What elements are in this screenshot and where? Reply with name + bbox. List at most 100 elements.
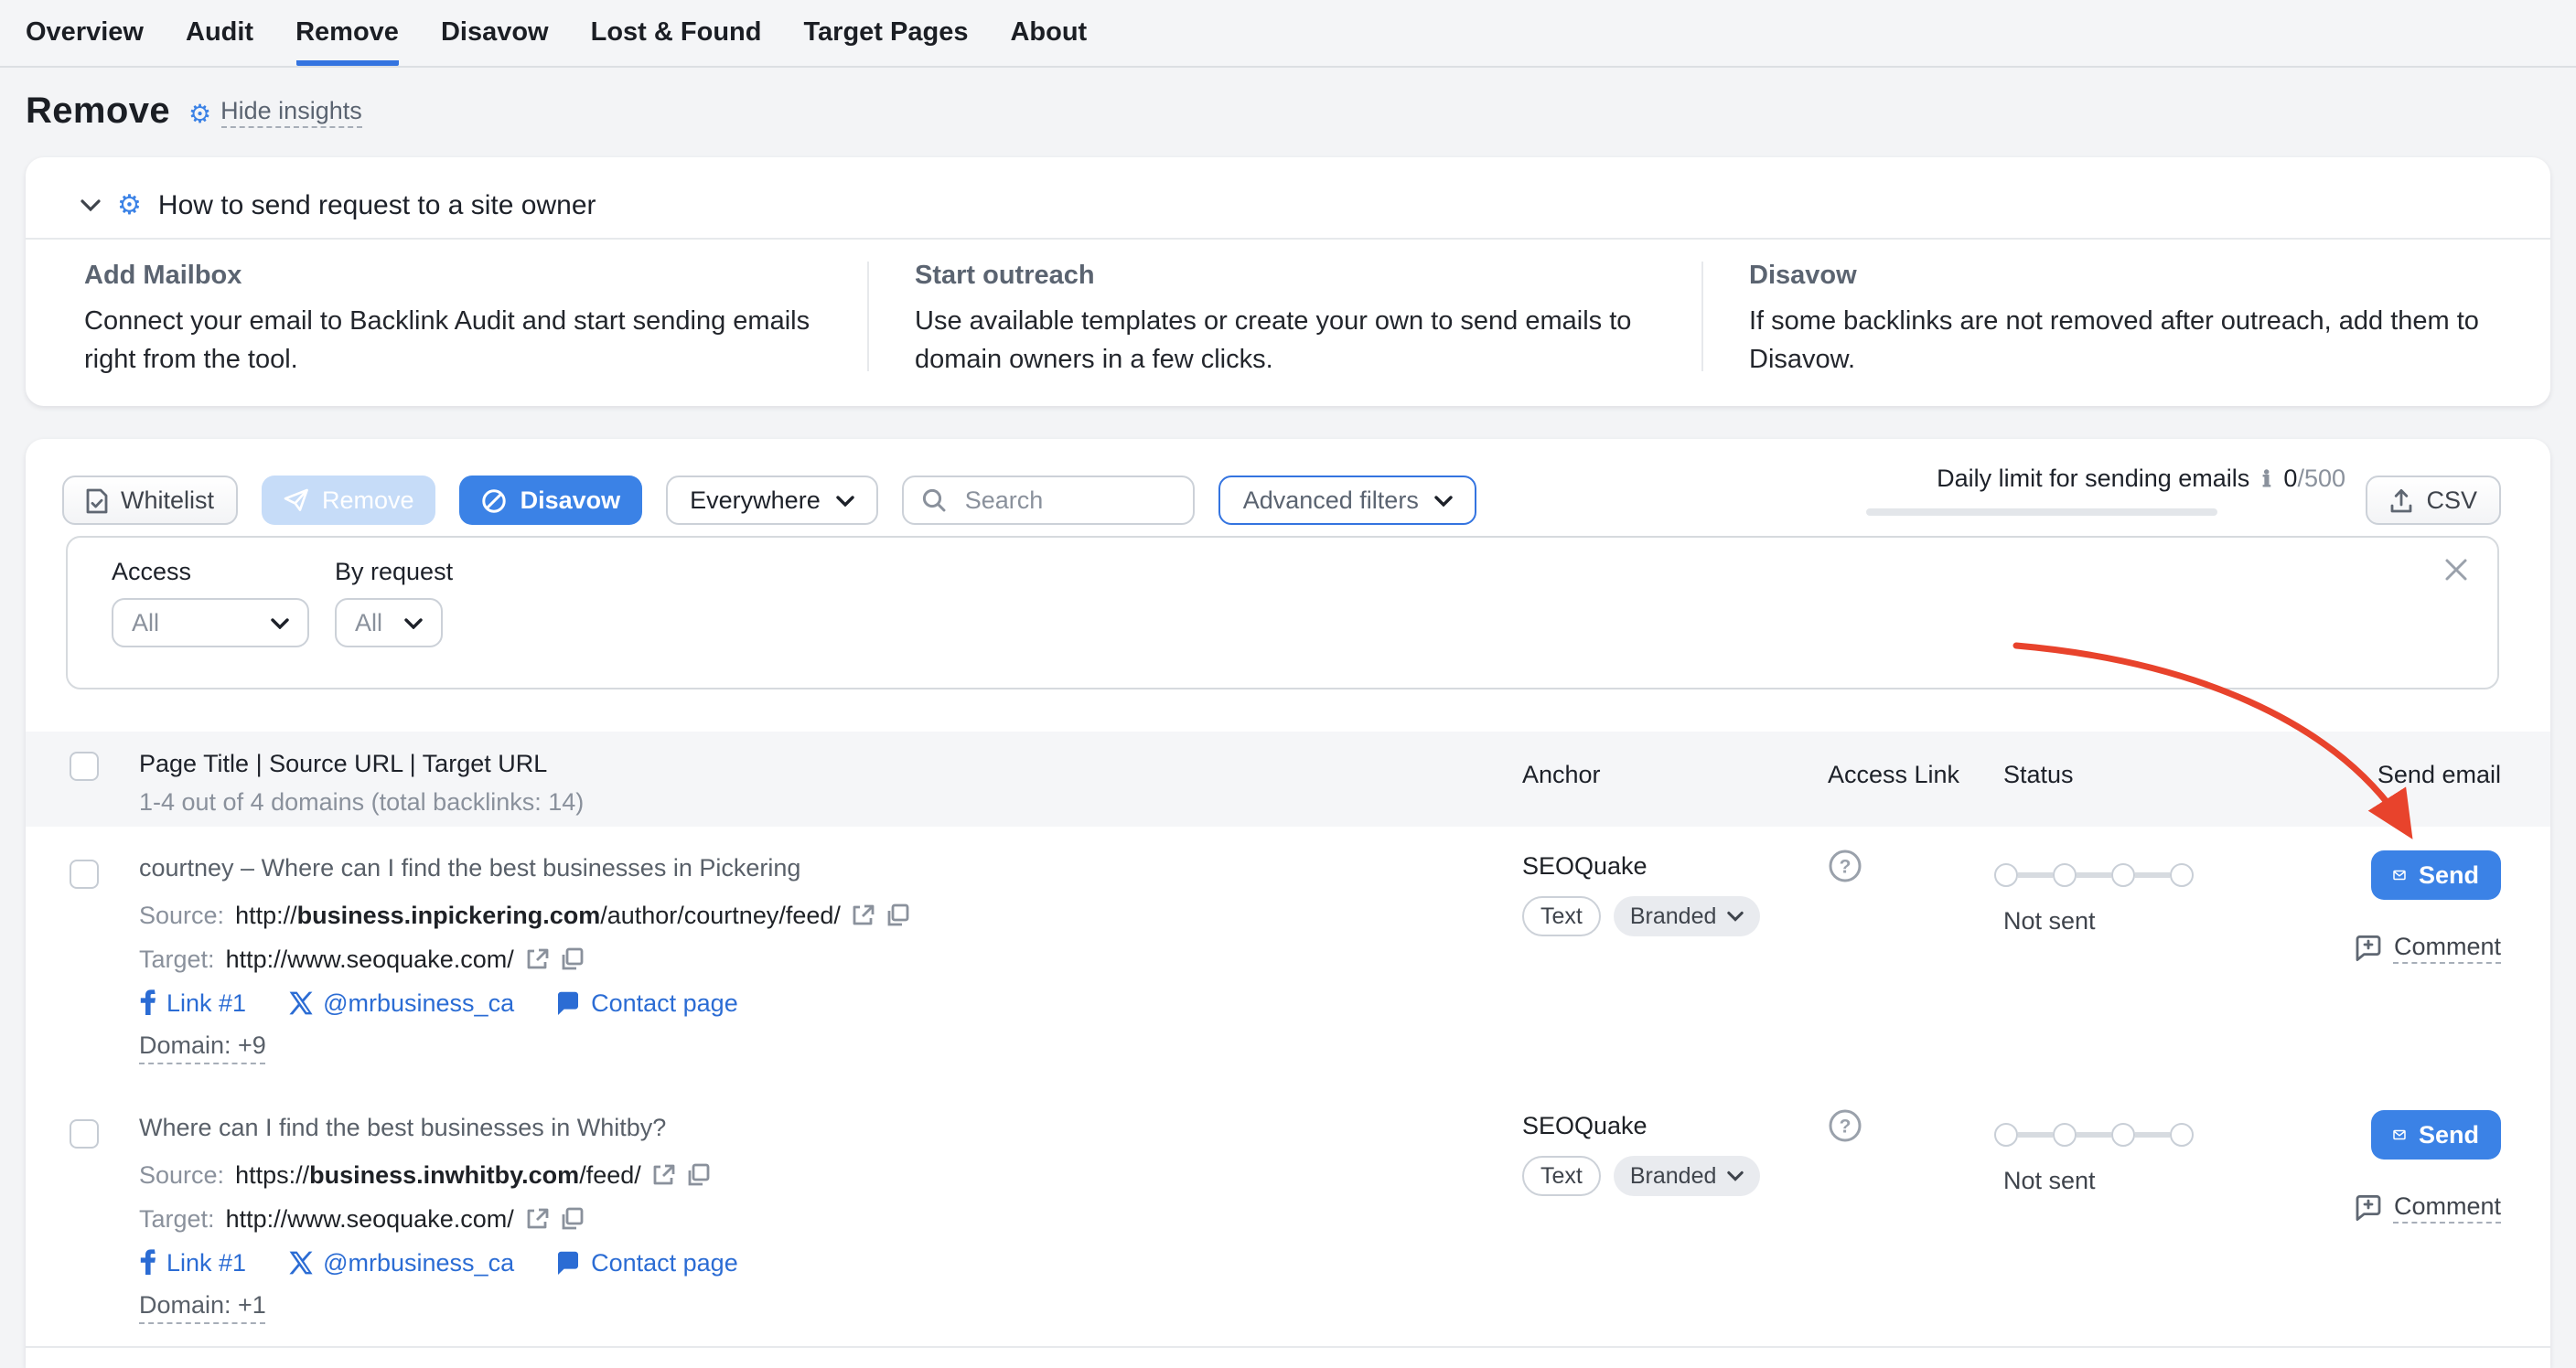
anchor-category-dropdown[interactable]: Branded [1614,896,1761,936]
source-url: https://business.inwhitby.com/feed/ [235,1161,641,1189]
chevron-down-icon [271,617,289,628]
copy-icon[interactable] [560,947,584,971]
facebook-link-label: Link #1 [166,1249,246,1277]
advanced-filters-button[interactable]: Advanced filters [1219,476,1477,525]
chevron-down-icon [1435,495,1454,506]
hide-insights-toggle[interactable]: ⚙ Hide insights [188,97,362,128]
tab-target-pages[interactable]: Target Pages [803,0,968,66]
send-button[interactable]: Send [2371,1110,2501,1160]
search-box [903,476,1196,525]
paper-plane-icon [284,488,309,512]
comment-label: Comment [2394,933,2501,964]
disavow-label: Disavow [521,486,621,514]
whitelist-button[interactable]: Whitelist [62,476,238,525]
tab-audit[interactable]: Audit [186,0,253,66]
envelope-icon [2393,1125,2406,1145]
comment-plus-icon [2356,935,2383,962]
tab-about[interactable]: About [1010,0,1087,66]
access-filter-label: Access [112,558,191,585]
access-link-help-icon[interactable]: ? [1828,1108,1862,1143]
export-icon [2389,487,2413,513]
by-request-filter-select[interactable]: All [335,598,443,647]
target-url: http://www.seoquake.com/ [226,946,514,973]
access-link-help-icon[interactable]: ? [1828,849,1862,883]
backlink-audit-remove-page: Overview Audit Remove Disavow Lost & Fou… [0,0,2576,1368]
insights-panel-header[interactable]: ⚙ How to send request to a site owner [80,179,596,230]
step-circle [2170,1123,2194,1147]
anchor-type-tag: Text [1522,1156,1601,1196]
close-filters-icon[interactable] [2444,558,2468,582]
comment-link[interactable]: Comment [2356,933,2501,964]
send-button[interactable]: Send [2371,850,2501,900]
contact-bubble-icon [556,990,580,1016]
chevron-down-icon [837,495,855,506]
target-url-line: Target: http://www.seoquake.com/ [139,944,584,975]
facebook-link[interactable]: Link #1 [139,989,246,1017]
anchor-category-dropdown[interactable]: Branded [1614,1156,1761,1196]
filters-panel: Access All By request All [66,536,2499,689]
remove-button[interactable]: Remove [262,476,436,525]
facebook-link[interactable]: Link #1 [139,1249,246,1277]
row-checkbox[interactable] [70,860,99,889]
search-icon [923,488,947,512]
step-circle [2111,1123,2135,1147]
send-label: Send [2419,1121,2479,1149]
document-check-icon [86,487,108,513]
target-label: Target: [139,1205,215,1233]
external-link-icon[interactable] [652,1163,676,1187]
info-icon[interactable]: ℹ [2262,465,2270,491]
disavow-button[interactable]: Disavow [460,476,643,525]
step-line [2018,1133,2053,1138]
send-label: Send [2419,861,2479,889]
toolbar: Whitelist Remove Disavow Everywhere Adva… [62,476,1477,525]
source-label: Source: [139,1161,224,1189]
select-all-checkbox[interactable] [70,752,99,781]
external-link-icon[interactable] [525,947,549,971]
x-link[interactable]: @mrbusiness_ca [288,1249,514,1277]
no-entry-icon [482,487,508,513]
tab-overview[interactable]: Overview [26,0,144,66]
page-title-cell: Where can I find the best businesses in … [139,1112,666,1143]
insights-panel: ⚙ How to send request to a site owner Ad… [26,157,2550,406]
backlink-row: Where can I find the best businesses in … [26,1086,2550,1348]
copy-icon[interactable] [886,903,910,927]
tab-lost-and-found[interactable]: Lost & Found [591,0,762,66]
domain-more-link[interactable]: Domain: +1 [139,1290,266,1323]
row-checkbox[interactable] [70,1119,99,1149]
csv-label: CSV [2426,486,2477,514]
comment-link[interactable]: Comment [2356,1192,2501,1224]
copy-icon[interactable] [560,1207,584,1231]
advanced-filters-label: Advanced filters [1243,486,1419,514]
anchor-category-value: Branded [1630,903,1717,929]
scope-dropdown[interactable]: Everywhere [666,476,879,525]
insight-disavow: Disavow If some backlinks are not remove… [1749,262,2499,380]
step-circle [1994,863,2018,887]
insight-start-outreach: Start outreach Use available templates o… [915,262,1705,380]
x-icon [288,991,312,1015]
facebook-icon [139,989,156,1017]
column-access-link: Access Link [1828,761,1959,788]
gear-icon: ⚙ [117,191,142,219]
anchor-text: SEOQuake [1522,1112,1648,1139]
contact-page-link[interactable]: Contact page [556,989,738,1017]
facebook-link-label: Link #1 [166,989,246,1017]
daily-limit: Daily limit for sending emails ℹ 0/500 [1866,465,2345,516]
domain-more-link[interactable]: Domain: +9 [139,1031,266,1063]
x-link[interactable]: @mrbusiness_ca [288,989,514,1017]
source-url: http://business.inpickering.com/author/c… [235,902,841,929]
tab-remove[interactable]: Remove [295,0,399,66]
contact-page-link[interactable]: Contact page [556,1249,738,1277]
gear-icon: ⚙ [188,100,211,125]
step-line [2018,873,2053,878]
divider [867,262,869,371]
insight-title: Disavow [1749,262,2499,291]
anchor-category-value: Branded [1630,1163,1717,1189]
page-title-cell: courtney – Where can I find the best bus… [139,852,800,883]
access-filter-select[interactable]: All [112,598,309,647]
tab-disavow[interactable]: Disavow [441,0,549,66]
external-link-icon[interactable] [852,903,875,927]
export-csv-button[interactable]: CSV [2366,476,2501,525]
search-input[interactable] [961,485,1170,516]
copy-icon[interactable] [687,1163,711,1187]
external-link-icon[interactable] [525,1207,549,1231]
